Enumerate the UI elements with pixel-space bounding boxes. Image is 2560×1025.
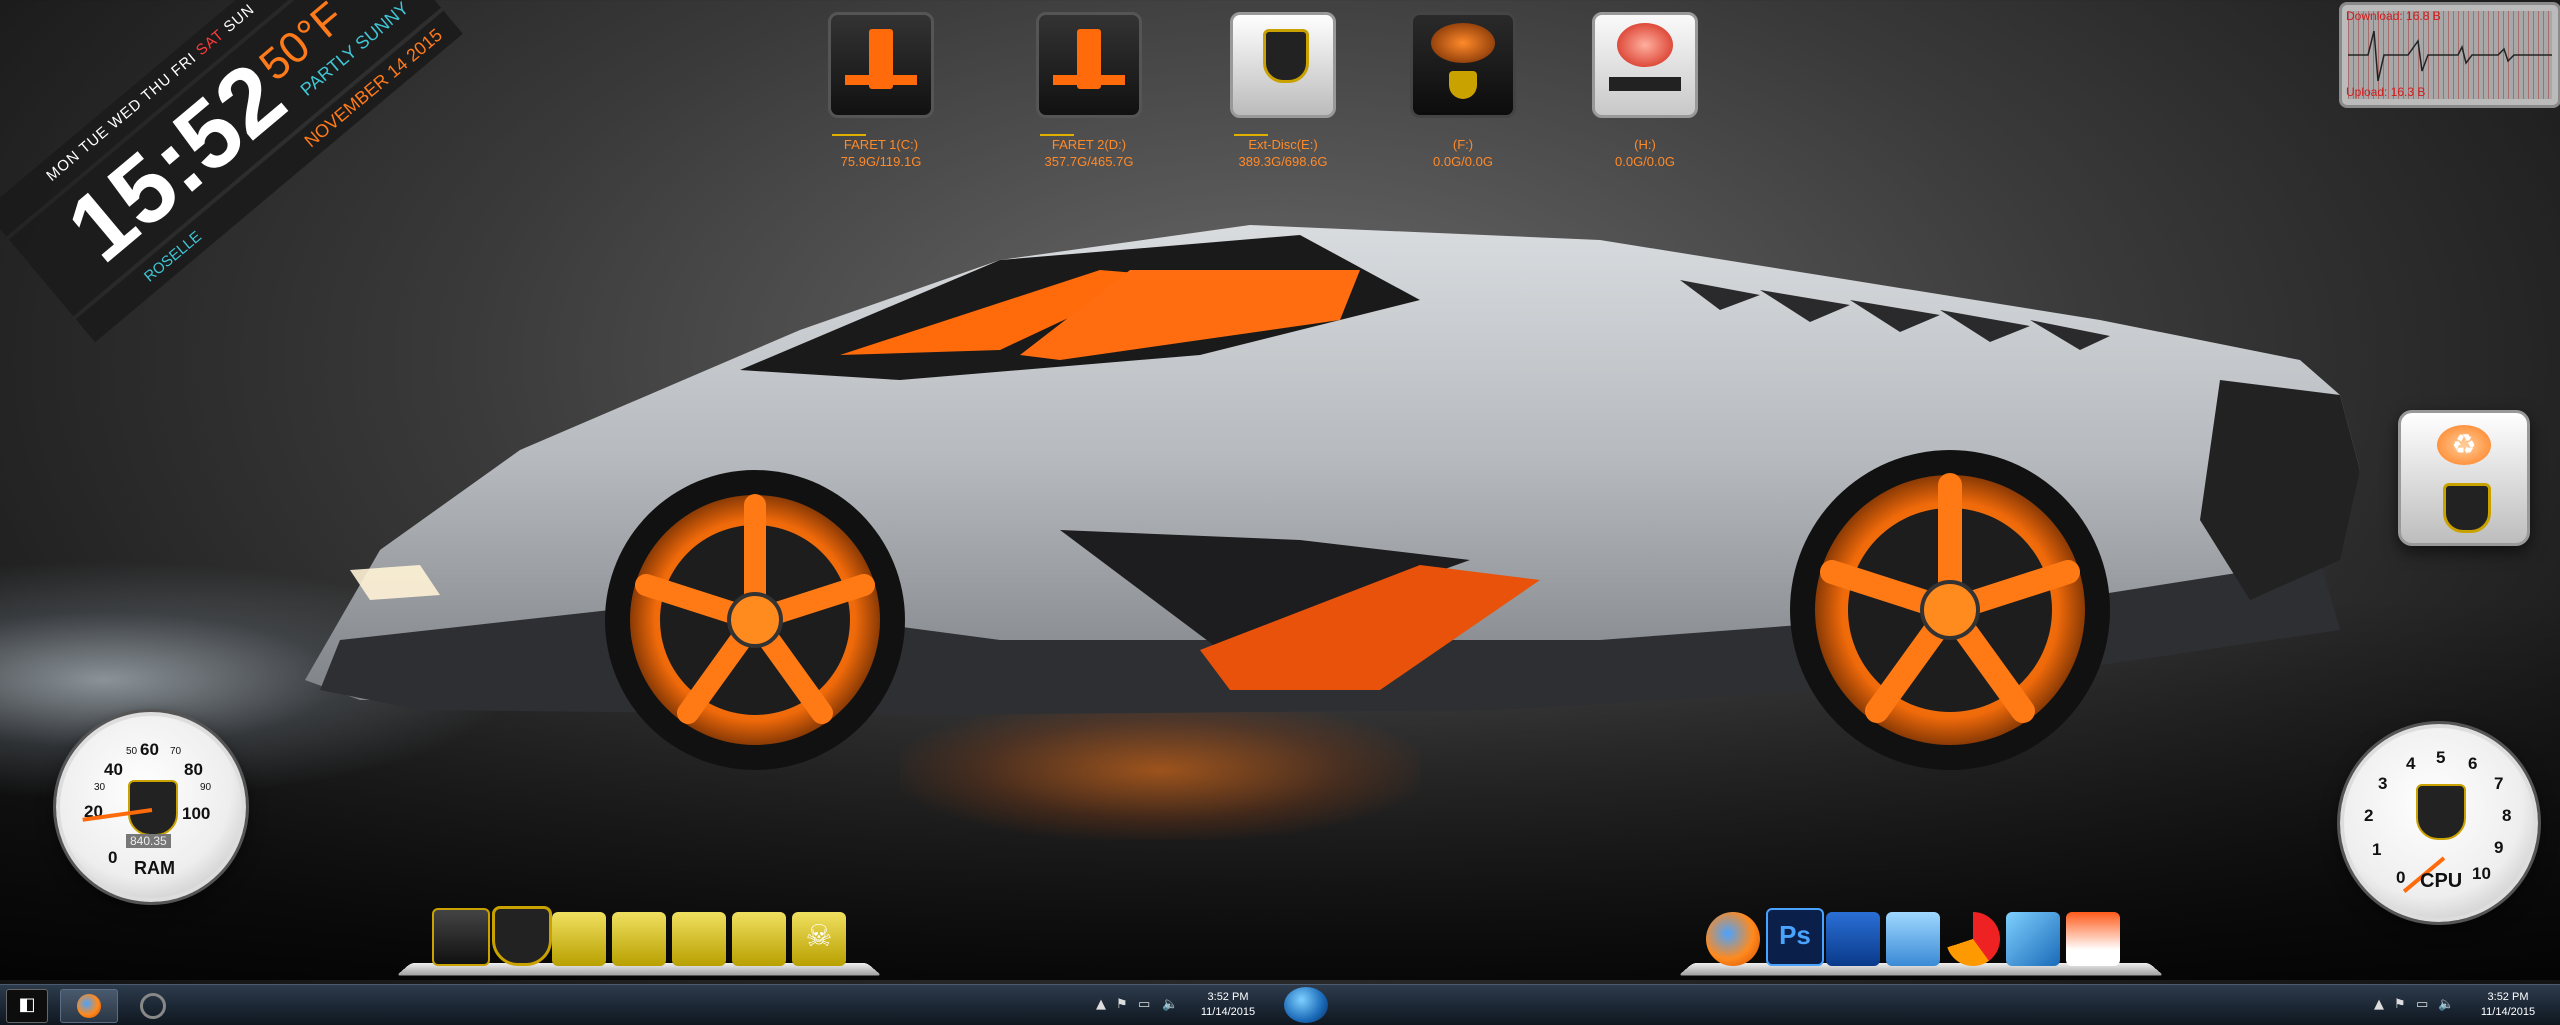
folder-icon[interactable] <box>672 912 726 966</box>
box-icon[interactable] <box>2006 912 2060 966</box>
cpu-label: CPU <box>2420 870 2463 892</box>
lamborghini-badge-icon <box>2443 483 2491 533</box>
start-app-button[interactable]: ◧ <box>6 989 48 1023</box>
show-hidden-icons-icon[interactable]: ▲ <box>1096 997 1106 1012</box>
cpu-gauge: 0 1 2 3 4 5 6 7 8 9 10 CPU <box>2340 724 2538 922</box>
taskbar-firefox-button[interactable] <box>60 989 118 1023</box>
drive-e-icon <box>1230 12 1336 118</box>
taskbar-app-button[interactable] <box>124 989 180 1021</box>
volume-icon[interactable]: 🔈 <box>1162 997 1178 1012</box>
network-tray-icon[interactable]: ▭ <box>2416 997 2428 1012</box>
show-hidden-icons-icon[interactable]: ▲ <box>2374 997 2384 1012</box>
folder-icon[interactable] <box>732 912 786 966</box>
drive-c[interactable]: FARET 1(C:) 75.9G/119.1G <box>826 12 936 170</box>
taskbar: ◧ ▲ ⚑ ▭ 🔈 3:52 PM 11/14/2015 ▲ ⚑ ▭ 🔈 3:5… <box>0 984 2560 1025</box>
drive-d-icon <box>1036 12 1142 118</box>
network-tray-icon[interactable]: ▭ <box>1138 997 1150 1012</box>
firefox-icon <box>77 994 101 1018</box>
ram-odometer: 840.35 <box>126 834 171 848</box>
trash-fire-icon[interactable] <box>2066 912 2120 966</box>
cpu-gauge-logo-icon <box>2416 784 2466 840</box>
left-dock: ☠ <box>396 906 882 976</box>
skull-folder-icon[interactable]: ☠ <box>792 912 846 966</box>
drive-d[interactable]: FARET 2(D:) 357.7G/465.7G <box>1034 12 1144 170</box>
taskbar-clock-right[interactable]: 3:52 PM 11/14/2015 <box>2468 990 2548 1020</box>
download-label: Download: 16.8 B <box>2346 9 2441 23</box>
folder-icon[interactable] <box>612 912 666 966</box>
recycle-symbol-icon: ♻ <box>2437 425 2491 465</box>
ccleaner-icon[interactable] <box>1946 912 2000 966</box>
ram-gauge: 0 20 40 60 80 100 30 50 70 90 840.35 RAM <box>56 712 246 902</box>
media-player-icon[interactable] <box>1886 912 1940 966</box>
ring-icon <box>140 993 166 1019</box>
folder-icon[interactable] <box>552 912 606 966</box>
right-dock: Ps <box>1678 908 2164 976</box>
volume-icon[interactable]: 🔈 <box>2438 997 2454 1012</box>
drive-e[interactable]: Ext-Disc(E:) 389.3G/698.6G <box>1228 12 1338 170</box>
recycle-bin-icon[interactable]: ♻ <box>2398 410 2530 546</box>
photoshop-icon[interactable]: Ps <box>1766 908 1824 966</box>
laptop-icon[interactable] <box>432 908 490 966</box>
network-monitor-widget: Download: 16.8 B Upload: 16.3 B <box>2339 2 2560 108</box>
action-center-flag-icon[interactable]: ⚑ <box>2394 997 2406 1012</box>
action-center-flag-icon[interactable]: ⚑ <box>1116 997 1128 1012</box>
drive-h-icon <box>1592 12 1698 118</box>
firefox-icon[interactable] <box>1706 912 1760 966</box>
lamborghini-crest-icon[interactable] <box>492 906 552 966</box>
drive-f-icon <box>1410 12 1516 118</box>
upload-label: Upload: 16.3 B <box>2346 85 2426 99</box>
ram-label: RAM <box>134 858 175 878</box>
drive-f[interactable]: (F:) 0.0G/0.0G <box>1408 12 1518 170</box>
taskbar-clock[interactable]: 3:52 PM 11/14/2015 <box>1188 990 1268 1020</box>
drive-c-icon <box>828 12 934 118</box>
messenger-icon[interactable] <box>1826 912 1880 966</box>
ram-gauge-logo-icon <box>128 780 178 836</box>
windows-start-button[interactable] <box>1284 987 1328 1023</box>
drive-h[interactable]: (H:) 0.0G/0.0G <box>1590 12 1700 170</box>
